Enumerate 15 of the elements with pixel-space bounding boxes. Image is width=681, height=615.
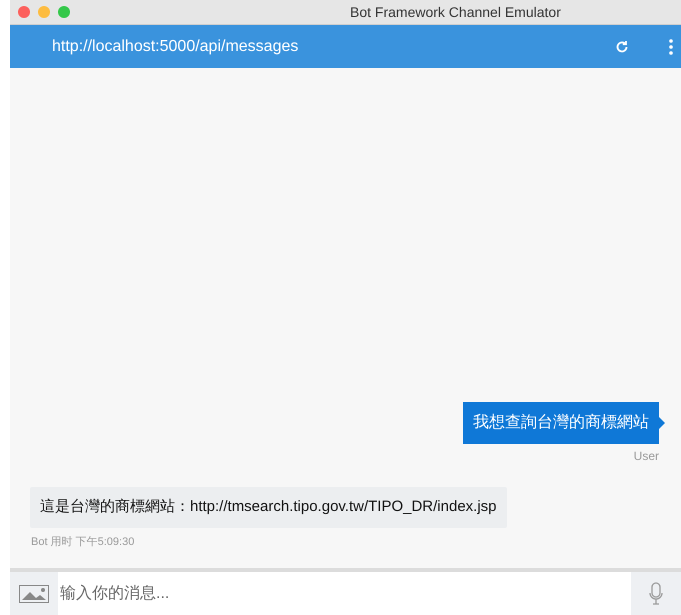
window-title: Bot Framework Channel Emulator (350, 2, 561, 22)
minimize-window-icon[interactable] (38, 6, 50, 18)
message-meta: Bot 用时 下午5:09:30 (31, 534, 134, 550)
close-window-icon[interactable] (18, 6, 30, 18)
zoom-window-icon[interactable] (58, 6, 70, 18)
bubble-pointer (659, 417, 665, 429)
message-input[interactable]: 输入你的消息... (58, 572, 631, 615)
image-icon[interactable] (19, 584, 49, 602)
more-options-icon[interactable] (669, 38, 673, 54)
bot-message-bubble: 這是台灣的商標網站：http://tmsearch.tipo.gov.tw/TIPO_DR/index.jsp (30, 487, 507, 528)
endpoint-url: http://localhost:5000/api/messages (52, 36, 300, 56)
message-meta: User (634, 448, 659, 465)
microphone-icon[interactable] (649, 582, 663, 606)
user-message-bubble: 我想查詢台灣的商標網站 (463, 402, 659, 444)
refresh-icon[interactable] (615, 40, 629, 54)
